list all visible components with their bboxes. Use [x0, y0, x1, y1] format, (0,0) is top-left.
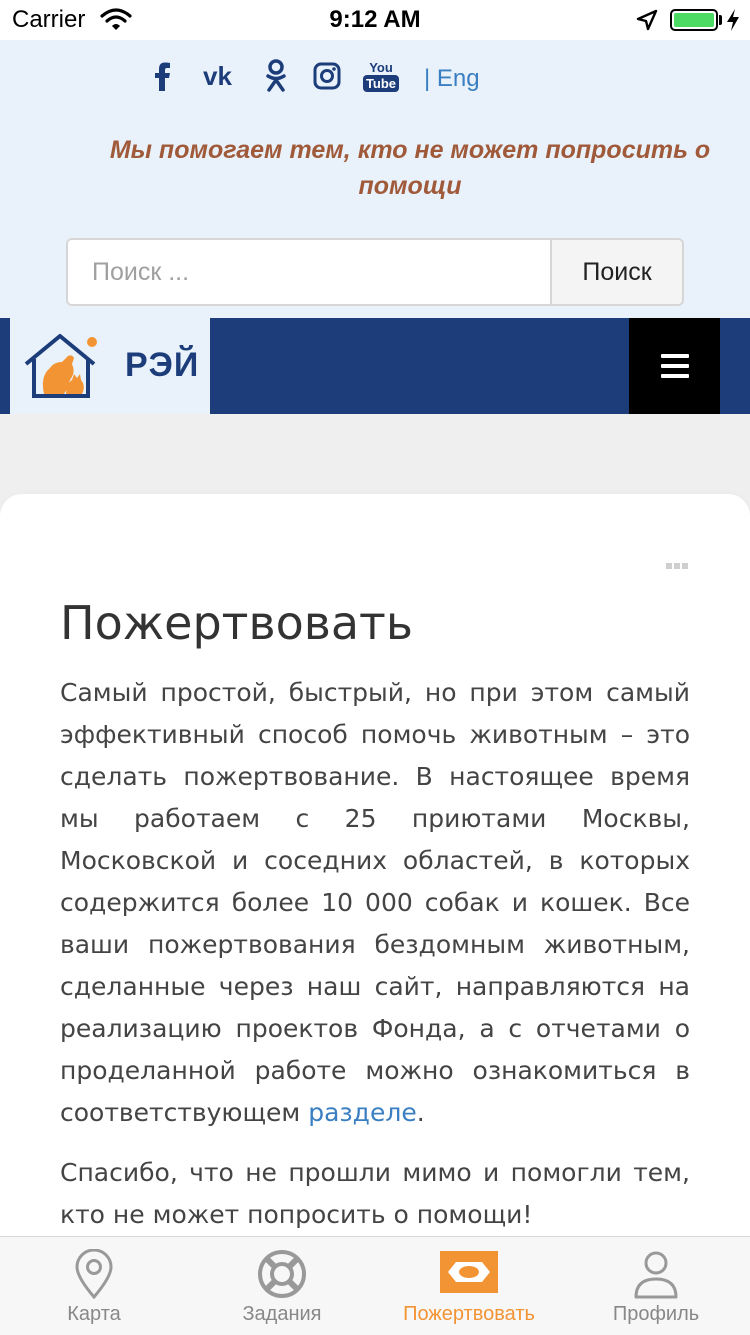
tab-map[interactable]: Карта: [0, 1237, 188, 1335]
more-dots-icon[interactable]: [666, 554, 690, 573]
donate-description-end: .: [416, 1098, 425, 1127]
house-pets-logo-icon: [22, 332, 104, 404]
svg-text:vk: vk: [203, 64, 232, 88]
tab-tasks-label: Задания: [242, 1303, 322, 1325]
brand-name: РЭЙ: [125, 346, 200, 384]
tab-profile-label: Профиль: [612, 1303, 700, 1325]
language-switch-link[interactable]: | Eng: [424, 65, 480, 93]
vk-icon[interactable]: vk: [200, 56, 244, 96]
brand-logo-link[interactable]: РЭЙ: [10, 318, 210, 414]
facebook-icon[interactable]: [145, 56, 179, 96]
profile-icon: [562, 1249, 750, 1299]
tab-donate-label: Пожертвовать: [403, 1303, 535, 1325]
youtube-you-text: You: [369, 59, 393, 75]
hamburger-icon-bar: [661, 374, 689, 378]
tab-tasks[interactable]: Задания: [188, 1237, 376, 1335]
charging-bolt-icon: [726, 8, 740, 36]
youtube-icon[interactable]: You Tube: [362, 56, 400, 96]
site-header: vk You Tube | Eng Мы помогаем тем, кто н…: [0, 40, 750, 318]
instagram-icon[interactable]: [312, 56, 342, 96]
page-title: Пожертвовать: [60, 596, 413, 650]
search-form: Поиск: [66, 238, 684, 306]
battery-tip: [719, 15, 722, 25]
search-input[interactable]: [68, 240, 550, 304]
tab-map-label: Карта: [67, 1303, 121, 1325]
bottom-tab-bar: Карта Задания Пожертвовать Профиль: [0, 1236, 750, 1335]
hamburger-icon-bar: [661, 364, 689, 368]
tab-donate[interactable]: Пожертвовать: [375, 1237, 563, 1335]
search-button[interactable]: Поиск: [550, 240, 682, 304]
donate-description-text: Самый простой, быстрый, но при этом самы…: [60, 678, 690, 1127]
youtube-tube-text: Tube: [362, 74, 400, 92]
location-arrow-icon: [636, 9, 658, 35]
hamburger-icon: [661, 354, 689, 358]
thank-you-text: Спасибо, что не прошли мимо и помогли те…: [60, 1158, 690, 1229]
hamburger-menu-button[interactable]: [629, 318, 720, 414]
odnoklassniki-icon[interactable]: [262, 56, 290, 96]
reports-section-link[interactable]: разделе: [308, 1098, 417, 1127]
donate-content-card: Пожертвовать Самый простой, быстрый, но …: [0, 494, 750, 1254]
lifebuoy-icon: [188, 1249, 376, 1299]
status-bar: Carrier 9:12 AM: [0, 0, 750, 40]
donate-description: Самый простой, быстрый, но при этом самы…: [60, 672, 690, 1134]
donate-icon: [375, 1249, 563, 1295]
main-navbar: РЭЙ: [0, 318, 750, 414]
battery-icon: [670, 9, 718, 31]
tab-profile[interactable]: Профиль: [562, 1237, 750, 1335]
site-tagline: Мы помогаем тем, кто не может попросить …: [109, 136, 711, 200]
map-pin-icon: [0, 1249, 188, 1299]
